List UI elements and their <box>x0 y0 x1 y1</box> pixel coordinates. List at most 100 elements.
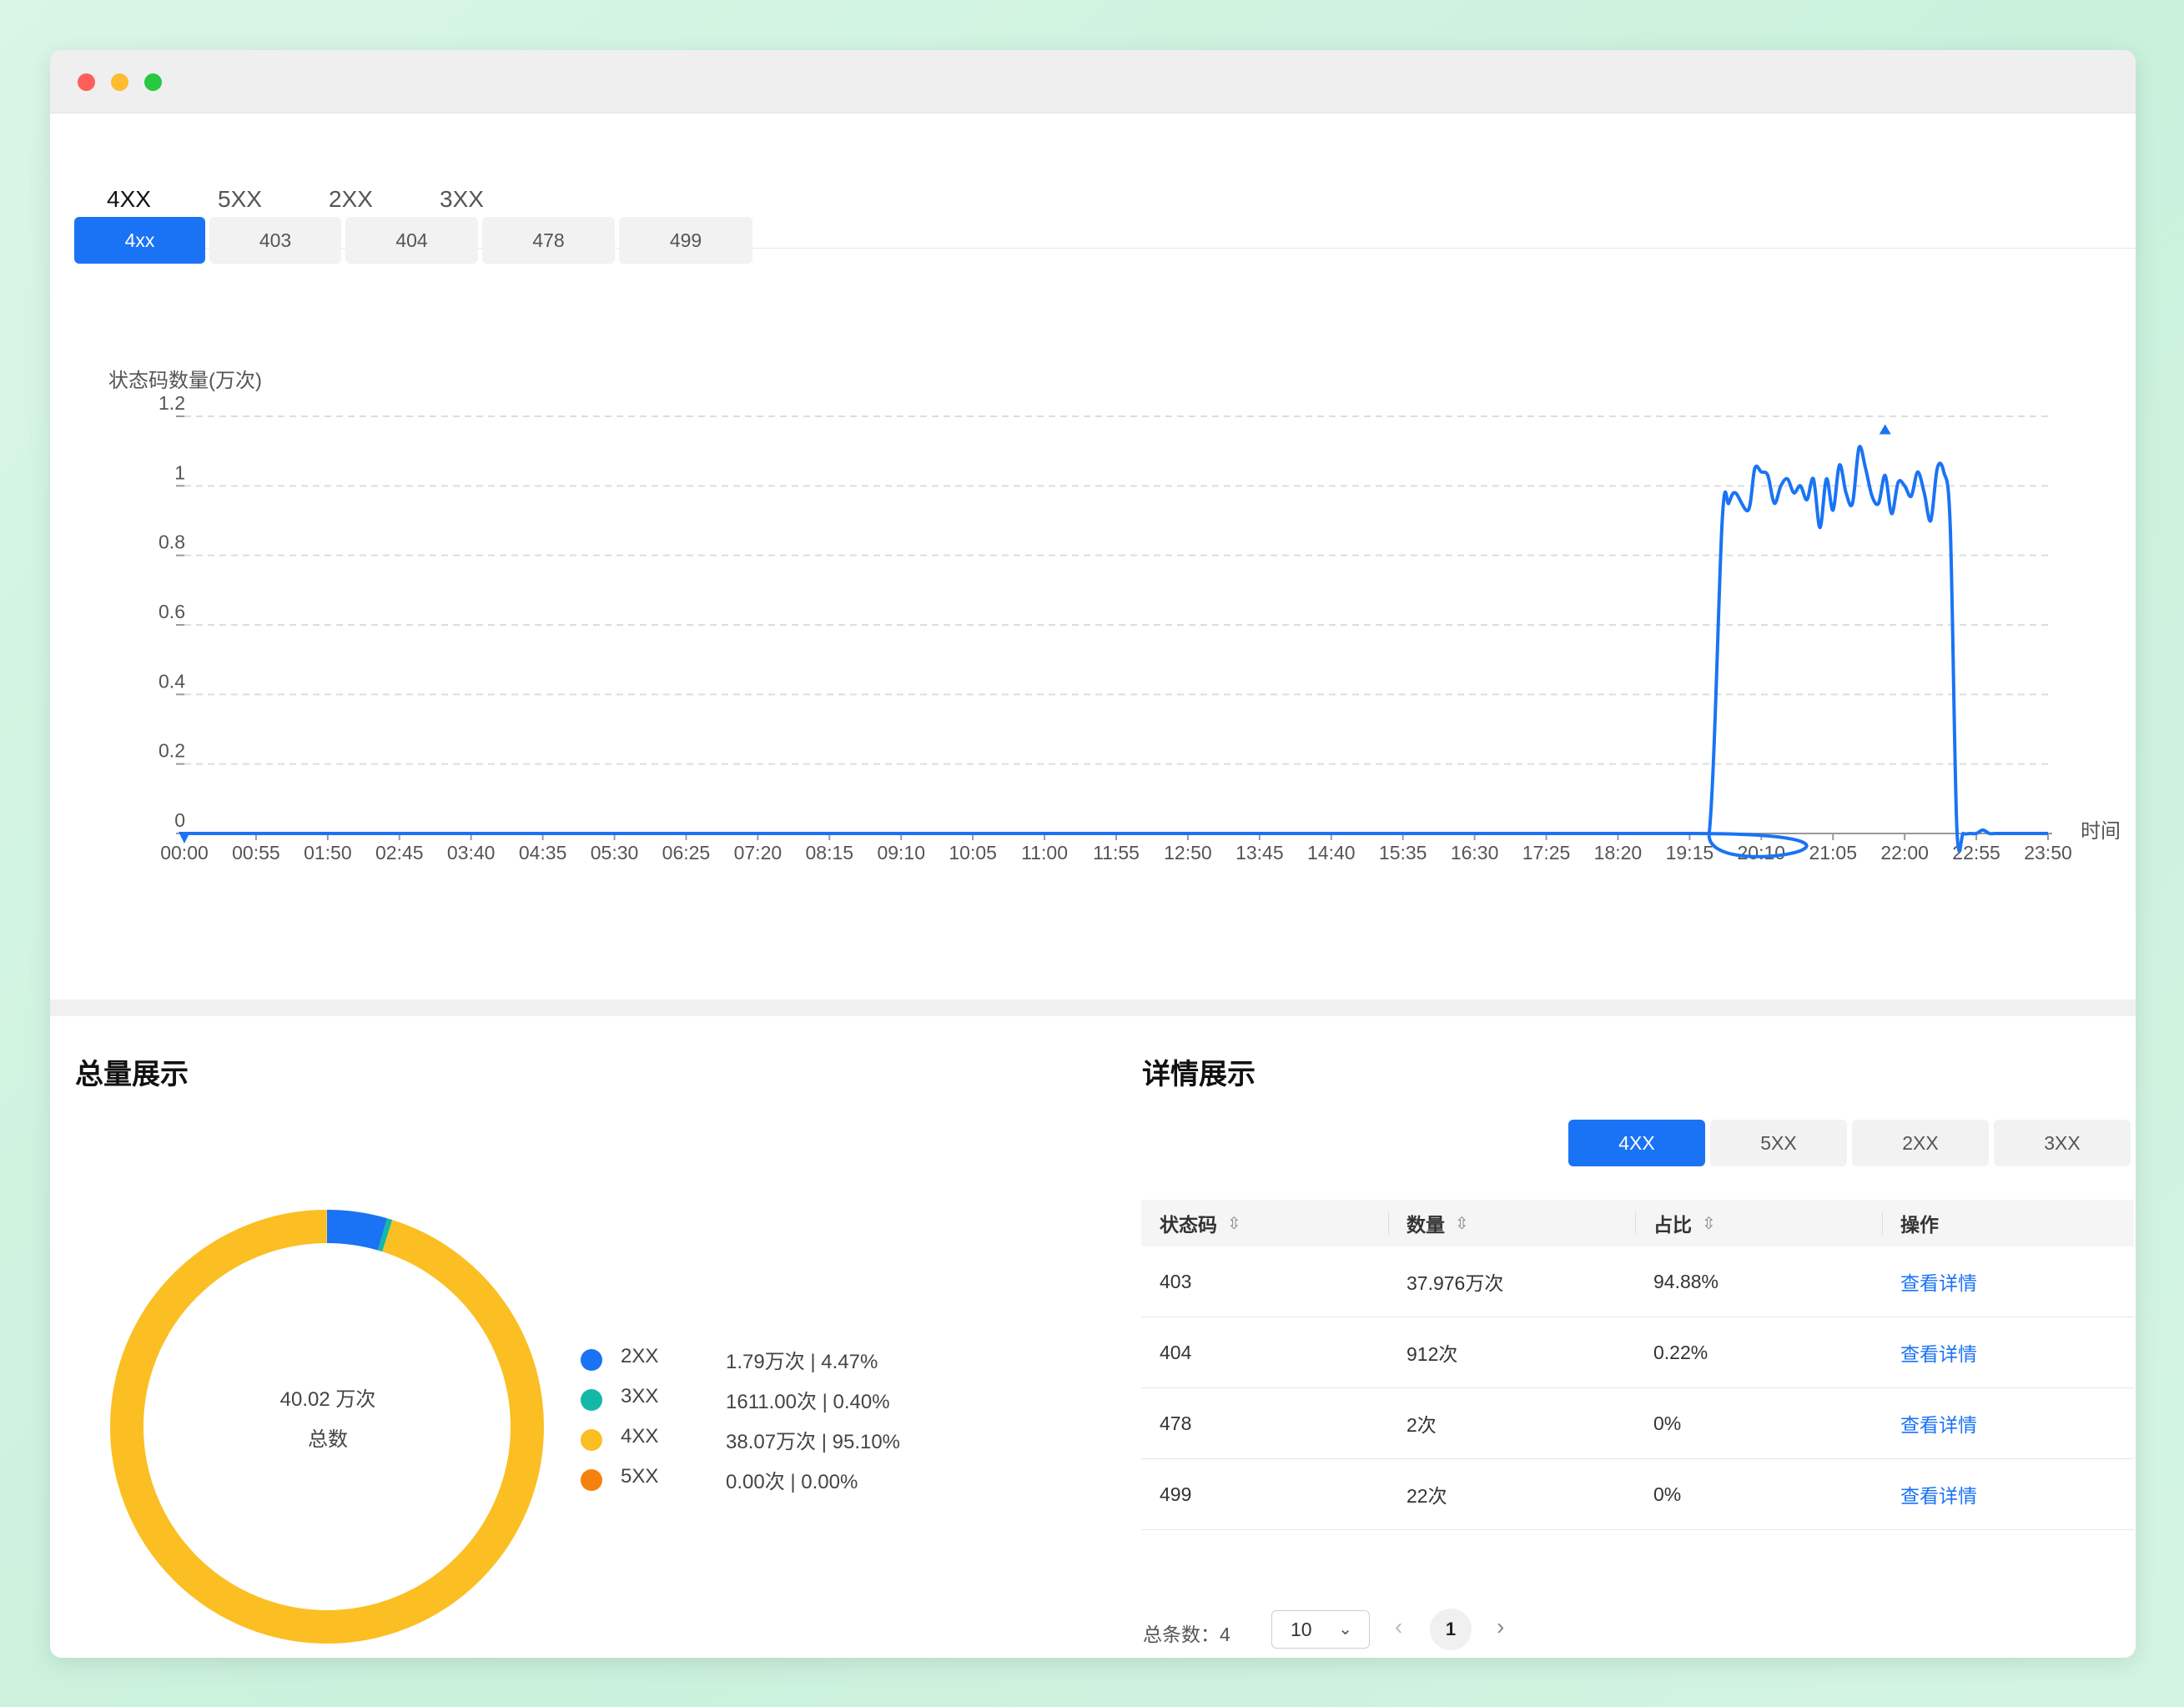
pagination-total: 总条数：4 <box>1143 1624 1230 1645</box>
details-table: 状态码 ⇳ 数量 ⇳ 占比 ⇳ 操作 403 37.976万次 94.88% 查看详情… <box>1141 1200 2134 1530</box>
view-details-link[interactable]: 查看详情 <box>1900 1459 1977 1529</box>
cell-code: 403 <box>1160 1270 1192 1292</box>
x-tick-label: 02:45 <box>375 842 424 864</box>
cell-ratio: 0.22% <box>1653 1341 1708 1363</box>
y-axis-label: 状态码数量(万次) <box>108 370 262 392</box>
sort-icon[interactable]: ⇳ <box>1702 1213 1716 1234</box>
x-tick-label: 01:50 <box>304 842 352 864</box>
x-tick-label: 11:55 <box>1093 842 1140 864</box>
column-header-label: 状态码 <box>1160 1214 1217 1236</box>
y-tick-label: 0 <box>174 809 185 831</box>
column-header-label: 数量 <box>1407 1214 1445 1236</box>
cell-count: 37.976万次 <box>1407 1272 1504 1294</box>
y-tick-label: 0.2 <box>159 740 185 762</box>
y-tick-label: 1 <box>174 461 185 483</box>
code-button-403[interactable]: 403 <box>209 217 341 264</box>
code-button-478[interactable]: 478 <box>482 217 615 264</box>
prev-page-button[interactable]: ‹ <box>1395 1614 1402 1640</box>
x-axis-label: 时间 <box>2081 820 2121 843</box>
max-marker <box>1879 424 1891 435</box>
legend-item-4xx: 4XX 38.07万次 | 95.10% <box>581 1420 1014 1453</box>
details-tab-2xx[interactable]: 2XX <box>1852 1120 1989 1166</box>
chevron-down-icon: ⌄ <box>1338 1620 1352 1639</box>
cell-code: 499 <box>1160 1483 1192 1505</box>
y-tick-label: 1.2 <box>159 392 185 414</box>
maximize-window-button[interactable] <box>144 73 162 91</box>
x-tick-label: 10:05 <box>949 842 997 864</box>
y-tick-label: 0.8 <box>159 531 185 553</box>
cell-ratio: 0% <box>1653 1483 1682 1505</box>
legend-name: 5XX <box>621 1465 659 1488</box>
sort-icon[interactable]: ⇳ <box>1455 1213 1469 1234</box>
x-tick-label: 03:40 <box>447 842 496 864</box>
next-page-button[interactable]: › <box>1497 1614 1504 1640</box>
column-header-ratio[interactable]: 占比 ⇳ <box>1653 1200 1716 1246</box>
table-header: 状态码 ⇳ 数量 ⇳ 占比 ⇳ 操作 <box>1141 1200 2134 1246</box>
tab-4xx[interactable]: 4XX <box>107 186 151 213</box>
section-separator <box>50 1000 2136 1016</box>
code-button-499[interactable]: 499 <box>619 217 752 264</box>
current-page-button[interactable]: 1 <box>1430 1609 1472 1650</box>
x-tick-label: 08:15 <box>806 842 854 864</box>
legend-value: 1.79万次 | 4.47% <box>726 1351 878 1373</box>
code-button-4xx[interactable]: 4xx <box>74 217 205 264</box>
legend-name: 2XX <box>621 1345 659 1367</box>
details-tab-4xx[interactable]: 4XX <box>1568 1120 1705 1166</box>
legend-item-5xx: 5XX 0.00次 | 0.00% <box>581 1460 1014 1493</box>
page-size-value: 10 <box>1291 1618 1312 1640</box>
legend-dot-2xx <box>581 1349 602 1371</box>
x-tick-label: 04:35 <box>519 842 567 864</box>
legend-name: 4XX <box>621 1425 659 1448</box>
details-tab-3xx[interactable]: 3XX <box>1994 1120 2131 1166</box>
column-divider <box>1635 1211 1636 1235</box>
table-row: 403 37.976万次 94.88% 查看详情 <box>1141 1246 2134 1317</box>
tab-3xx[interactable]: 3XX <box>440 186 484 213</box>
x-tick-label: 14:40 <box>1307 842 1356 864</box>
sort-icon[interactable]: ⇳ <box>1227 1213 1241 1234</box>
x-tick-label: 00:00 <box>160 842 209 864</box>
column-header-action: 操作 <box>1900 1200 1939 1246</box>
status-code-line-chart: 状态码数量(万次)1.2 1 0.8 0.6 0.4 0.2 0 00:00 00:55 01:5… <box>108 370 2121 864</box>
view-details-link[interactable]: 查看详情 <box>1900 1317 1977 1387</box>
tab-2xx[interactable]: 2XX <box>329 186 373 213</box>
table-row: 478 2次 0% 查看详情 <box>1141 1388 2134 1459</box>
x-tick-label: 12:50 <box>1164 842 1212 864</box>
x-tick-label: 21:05 <box>1809 842 1857 864</box>
summary-title: 总量展示 <box>75 1059 189 1090</box>
close-window-button[interactable] <box>78 73 95 91</box>
page-size-select[interactable]: 10 ⌄ <box>1271 1610 1370 1649</box>
column-header-label: 操作 <box>1900 1214 1939 1236</box>
code-button-404[interactable]: 404 <box>345 217 478 264</box>
x-tick-label: 19:15 <box>1666 842 1714 864</box>
column-header-label: 占比 <box>1653 1214 1692 1236</box>
x-tick-label: 09:10 <box>877 842 925 864</box>
x-tick-label: 15:35 <box>1379 842 1427 864</box>
cell-code: 404 <box>1160 1341 1192 1363</box>
donut-total-value: 40.02 万次 <box>279 1388 376 1411</box>
column-header-count[interactable]: 数量 ⇳ <box>1407 1200 1469 1246</box>
view-details-link[interactable]: 查看详情 <box>1900 1246 1977 1317</box>
app-window: 4XX 5XX 2XX 3XX 4xx 403 404 478 499 状态码数… <box>50 50 2136 1658</box>
cell-ratio: 0% <box>1653 1412 1682 1434</box>
tab-5xx[interactable]: 5XX <box>218 186 262 213</box>
x-tick-label: 18:20 <box>1594 842 1643 864</box>
series-line <box>184 445 2048 859</box>
legend-dot-3xx <box>581 1389 602 1411</box>
column-header-code[interactable]: 状态码 ⇳ <box>1160 1200 1241 1246</box>
legend-name: 3XX <box>621 1385 659 1407</box>
cell-ratio: 94.88% <box>1653 1270 1719 1292</box>
legend-dot-4xx <box>581 1429 602 1451</box>
legend-value: 0.00次 | 0.00% <box>726 1471 858 1493</box>
x-tick-label: 13:45 <box>1235 842 1284 864</box>
legend-value: 1611.00次 | 0.40% <box>726 1391 890 1413</box>
x-tick-label: 22:00 <box>1880 842 1929 864</box>
title-bar <box>50 50 2136 113</box>
cell-count: 912次 <box>1407 1343 1458 1365</box>
table-row: 499 22次 0% 查看详情 <box>1141 1459 2134 1530</box>
view-details-link[interactable]: 查看详情 <box>1900 1388 1977 1458</box>
cell-count: 2次 <box>1407 1414 1437 1436</box>
cell-count: 22次 <box>1407 1485 1447 1507</box>
minimize-window-button[interactable] <box>111 73 128 91</box>
details-tab-5xx[interactable]: 5XX <box>1710 1120 1847 1166</box>
x-tick-label: 16:30 <box>1451 842 1499 864</box>
